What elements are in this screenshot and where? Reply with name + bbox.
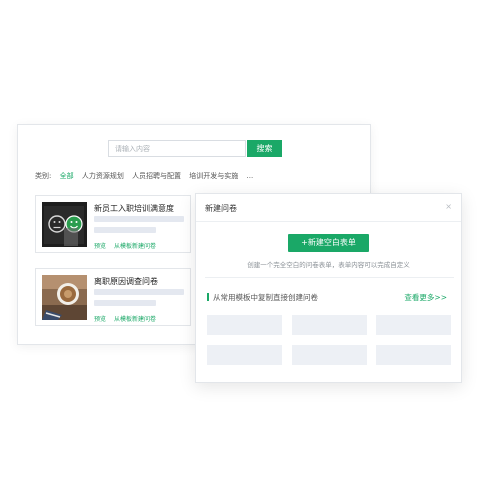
- category-label: 类别:: [35, 172, 52, 180]
- card-title: 新员工入职培训满意度: [94, 204, 174, 213]
- template-section-text: 从常用模板中复制直接创建问卷: [213, 293, 318, 302]
- card-text-placeholder: [94, 216, 184, 222]
- template-placeholder[interactable]: [376, 345, 451, 365]
- category-filter: 类别: 全部 人力资源规划 人员招聘与配置 培训开发与实施 ...: [35, 171, 259, 181]
- modal-header: 新建问卷 ×: [196, 194, 461, 222]
- create-blank-form-button[interactable]: +新建空白表单: [288, 234, 369, 252]
- card-links: 预览 从模板新建问卷: [94, 314, 162, 323]
- card-thumbnail-image: [42, 202, 87, 247]
- card-title: 离职原因调查问卷: [94, 277, 158, 286]
- category-all[interactable]: 全部: [60, 172, 74, 180]
- card-thumbnail-image: [42, 275, 87, 320]
- category-more[interactable]: ...: [247, 172, 254, 180]
- card-text-placeholder: [94, 227, 156, 233]
- card-links: 预览 从模板新建问卷: [94, 241, 162, 250]
- section-accent-bar: [207, 293, 209, 301]
- template-placeholder[interactable]: [292, 345, 367, 365]
- category-training[interactable]: 培训开发与实施: [189, 172, 238, 180]
- preview-link[interactable]: 预览: [94, 316, 106, 323]
- category-recruitment[interactable]: 人员招聘与配置: [132, 172, 181, 180]
- create-from-template-link[interactable]: 从模板新建问卷: [114, 243, 156, 250]
- create-description: 创建一个完全空白的问卷表单，表单内容可以完成自定义: [247, 261, 410, 269]
- card-text-placeholder: [94, 300, 156, 306]
- create-from-template-link[interactable]: 从模板新建问卷: [114, 316, 156, 323]
- template-card[interactable]: 离职原因调查问卷 预览 从模板新建问卷: [35, 268, 191, 326]
- search-input[interactable]: 请输入内容: [108, 140, 246, 157]
- search-button[interactable]: 搜索: [247, 140, 282, 157]
- modal-title: 新建问卷: [205, 204, 237, 213]
- category-hr-planning[interactable]: 人力资源规划: [82, 172, 124, 180]
- template-placeholder[interactable]: [292, 315, 367, 335]
- divider: [205, 277, 454, 278]
- template-placeholder[interactable]: [207, 345, 282, 365]
- new-questionnaire-modal: 新建问卷 × +新建空白表单 创建一个完全空白的问卷表单，表单内容可以完成自定义…: [195, 193, 462, 383]
- preview-link[interactable]: 预览: [94, 243, 106, 250]
- template-section-label: 从常用模板中复制直接创建问卷: [207, 292, 318, 303]
- close-icon[interactable]: ×: [445, 202, 452, 211]
- template-card[interactable]: 新员工入职培训满意度 预览 从模板新建问卷: [35, 195, 191, 253]
- see-more-link[interactable]: 查看更多>>: [404, 292, 447, 303]
- template-placeholder[interactable]: [376, 315, 451, 335]
- card-text-placeholder: [94, 289, 184, 295]
- template-placeholder[interactable]: [207, 315, 282, 335]
